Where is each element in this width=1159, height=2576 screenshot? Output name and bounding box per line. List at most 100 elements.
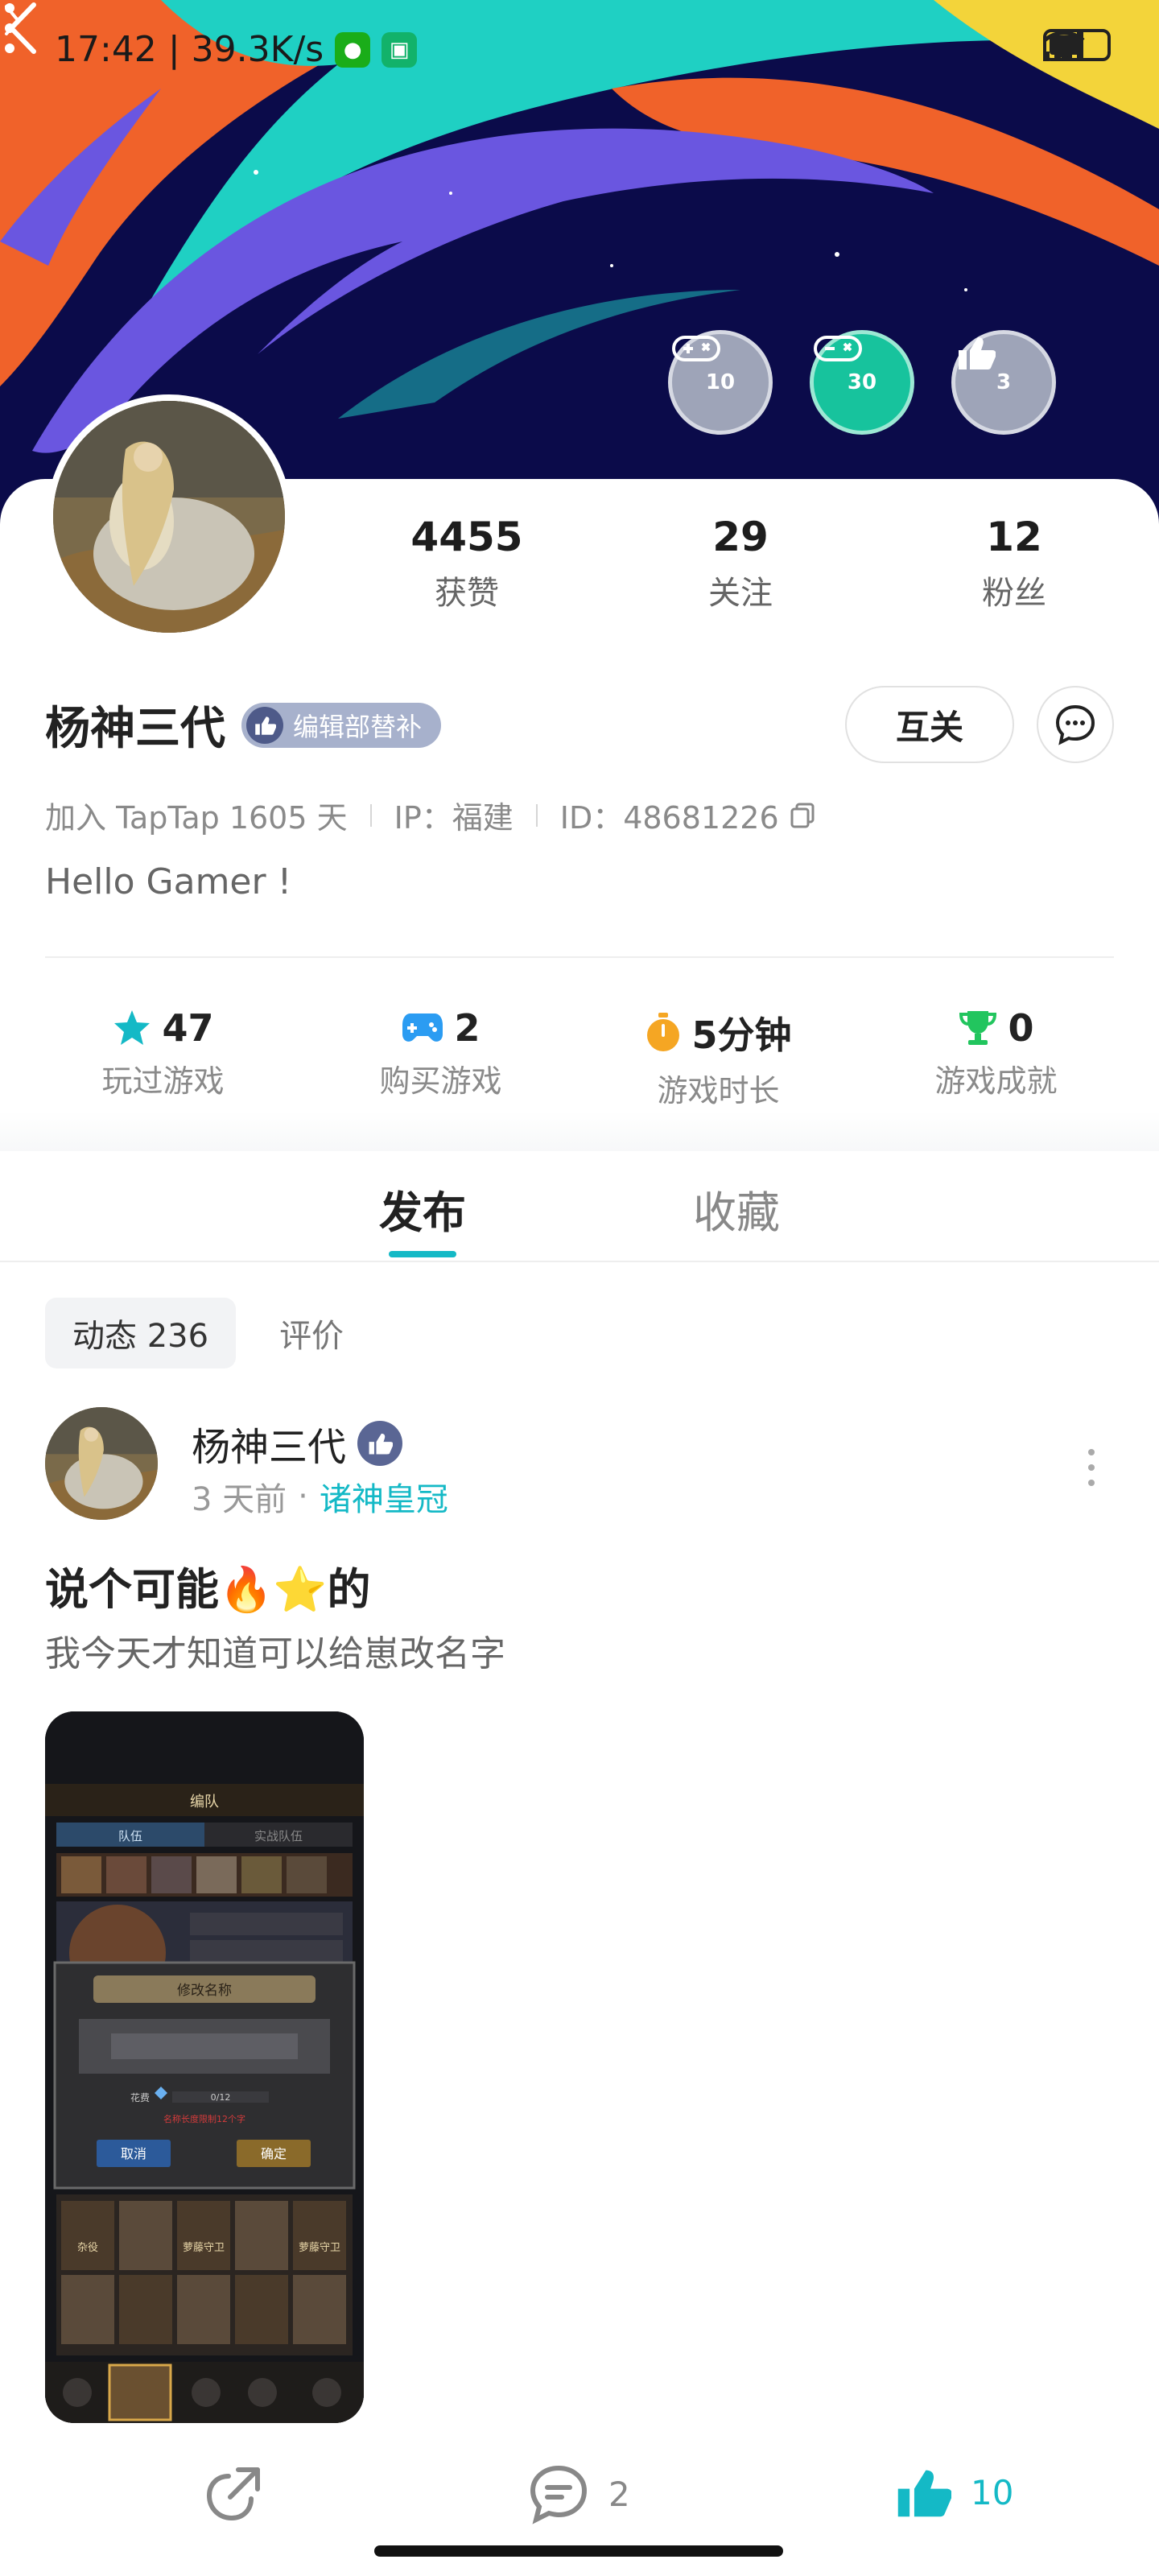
game-stat-achievements[interactable]: 0 游戏成就 [868,1006,1125,1110]
game-stat-label: 游戏时长 [657,1073,780,1108]
stat-label: 粉丝 [982,575,1046,612]
network-speed: 39.3K/s [191,29,324,70]
user-id-text: ID：48681226 [559,800,779,836]
badge-number: 3 [996,370,1012,394]
stat-following[interactable]: 29 关注 [644,514,837,613]
app-notification-icon: ▣ [382,31,418,68]
gamepad-icon [814,336,862,361]
like-button[interactable]: 10 [893,2463,1013,2521]
screenshot-cost-label: 花费 [130,2091,150,2103]
screenshot-card-label: 杂役 [77,2242,98,2254]
post-author[interactable]: 杨神三代 [192,1415,403,1472]
message-button[interactable] [1037,686,1114,763]
comment-count: 2 [608,2474,630,2514]
badge-list[interactable]: 10 30 3 [668,330,1056,435]
game-stat-label: 购买游戏 [379,1063,502,1099]
subtab-reviews[interactable]: 评价 [252,1298,371,1368]
gamepad-icon [672,336,720,361]
home-indicator[interactable] [374,2545,783,2557]
badges-chevron-right-icon[interactable] [0,0,24,40]
gamepad-icon [402,1013,443,1042]
game-stat-bought[interactable]: 2 购买游戏 [312,1006,570,1110]
subtab-moments[interactable]: 动态 236 [45,1298,237,1368]
avatar-image [53,401,285,633]
status-right [1043,29,1111,61]
comment-button[interactable]: 2 [528,2463,630,2524]
stat-value: 4455 [410,514,523,560]
role-badge[interactable]: 编辑部替补 [241,702,442,748]
tab-publish[interactable]: 发布 [342,1153,503,1261]
post-more-button[interactable] [1087,1447,1096,1488]
role-label: 编辑部替补 [293,711,423,742]
game-stat-value: 0 [1008,1006,1034,1050]
game-stat-played[interactable]: 47 玩过游戏 [35,1006,292,1110]
game-stat-value: 2 [454,1006,481,1050]
section-shade [0,1111,1159,1151]
game-stat-label: 游戏成就 [934,1063,1058,1099]
chat-bubble-icon [1055,704,1095,745]
star-icon [114,1010,151,1045]
post-author-avatar[interactable] [45,1407,158,1520]
badge-item[interactable]: 30 [810,330,914,435]
thumbs-up-icon [897,2470,951,2517]
post-game-link[interactable]: 诸神皇冠 [320,1473,448,1520]
stat-value: 29 [712,514,769,560]
game-screenshot: 编队 队伍 实战队伍 修改名称 花费 0/12 名称长度限制12个字 取消 确定… [45,1711,364,2423]
game-stat-value: 5分钟 [691,1013,792,1057]
thumbs-up-icon [246,706,283,744]
game-stats: 47 玩过游戏 2 购买游戏 5分钟 游戏时长 0 游戏成就 [0,1006,1159,1110]
share-icon [206,2467,260,2521]
stat-value: 12 [986,514,1042,560]
post-meta: 3 天前 · 诸神皇冠 [192,1473,448,1520]
screenshot-card-label: 萝藤守卫 [299,2242,340,2254]
badge-number: 30 [847,370,877,394]
profile-name: 杨神三代 [45,703,225,755]
ip-text: IP：福建 [394,800,514,836]
copy-icon[interactable] [789,801,818,830]
post-title[interactable]: 说个可能🔥⭐的 [45,1554,370,1617]
screenshot-tab2: 实战队伍 [254,1829,303,1843]
screenshot-tab1: 队伍 [118,1829,142,1843]
subtabs: 动态 236 评价 [45,1298,371,1368]
wechat-icon: ● [335,31,371,68]
badge-item[interactable]: 3 [951,330,1056,435]
divider [45,956,1114,958]
badge-item[interactable]: 10 [668,330,773,435]
timer-icon [647,1013,680,1051]
battery-icon [1043,29,1111,61]
profile-stats: 4455 获赞 29 关注 12 粉丝 [370,514,1111,613]
screenshot-note: 名称长度限制12个字 [163,2113,245,2124]
share-button[interactable] [203,2463,264,2524]
name-row: 杨神三代 编辑部替补 [45,692,442,758]
game-stat-label: 玩过游戏 [101,1063,225,1099]
status-separator: | [167,29,180,70]
screenshot-card-label: 萝藤守卫 [183,2242,225,2254]
post-text[interactable]: 我今天才知道可以给崽改名字 [45,1624,505,1676]
avatar[interactable] [47,394,291,639]
profile-bio: Hello Gamer ! [45,861,292,902]
joined-text: 加入 TapTap 1605 天 [45,800,348,836]
verified-badge-icon [357,1421,403,1466]
profile-page: 17:42 | 39.3K/s ● ▣ 10 30 3 4455 获赞 29 关… [0,0,1159,2576]
like-count: 10 [971,2472,1014,2512]
stat-fans[interactable]: 12 粉丝 [918,514,1111,613]
game-stat-value: 47 [162,1006,214,1050]
meta-divider [369,803,372,827]
mutual-follow-button[interactable]: 互关 [845,686,1014,763]
screenshot-confirm: 确定 [261,2146,287,2161]
game-stat-playtime[interactable]: 5分钟 游戏时长 [590,1006,848,1110]
post-image[interactable]: 编队 队伍 实战队伍 修改名称 花费 0/12 名称长度限制12个字 取消 确定… [45,1711,364,2423]
stat-likes[interactable]: 4455 获赞 [370,514,563,613]
thumbs-up-icon [959,337,996,369]
meta-dot: · [298,1478,308,1515]
avatar-image [45,1407,158,1520]
meta-divider [535,803,538,827]
profile-meta: 加入 TapTap 1605 天 IP：福建 ID：48681226 [45,793,818,837]
screenshot-cancel: 取消 [121,2146,146,2161]
status-time: 17:42 [55,29,157,70]
screenshot-dialog-title: 修改名称 [177,1983,232,1999]
screenshot-header: 编队 [190,1794,219,1810]
tab-favorites[interactable]: 收藏 [656,1153,817,1261]
stat-label: 获赞 [435,575,499,612]
stat-label: 关注 [708,575,773,612]
